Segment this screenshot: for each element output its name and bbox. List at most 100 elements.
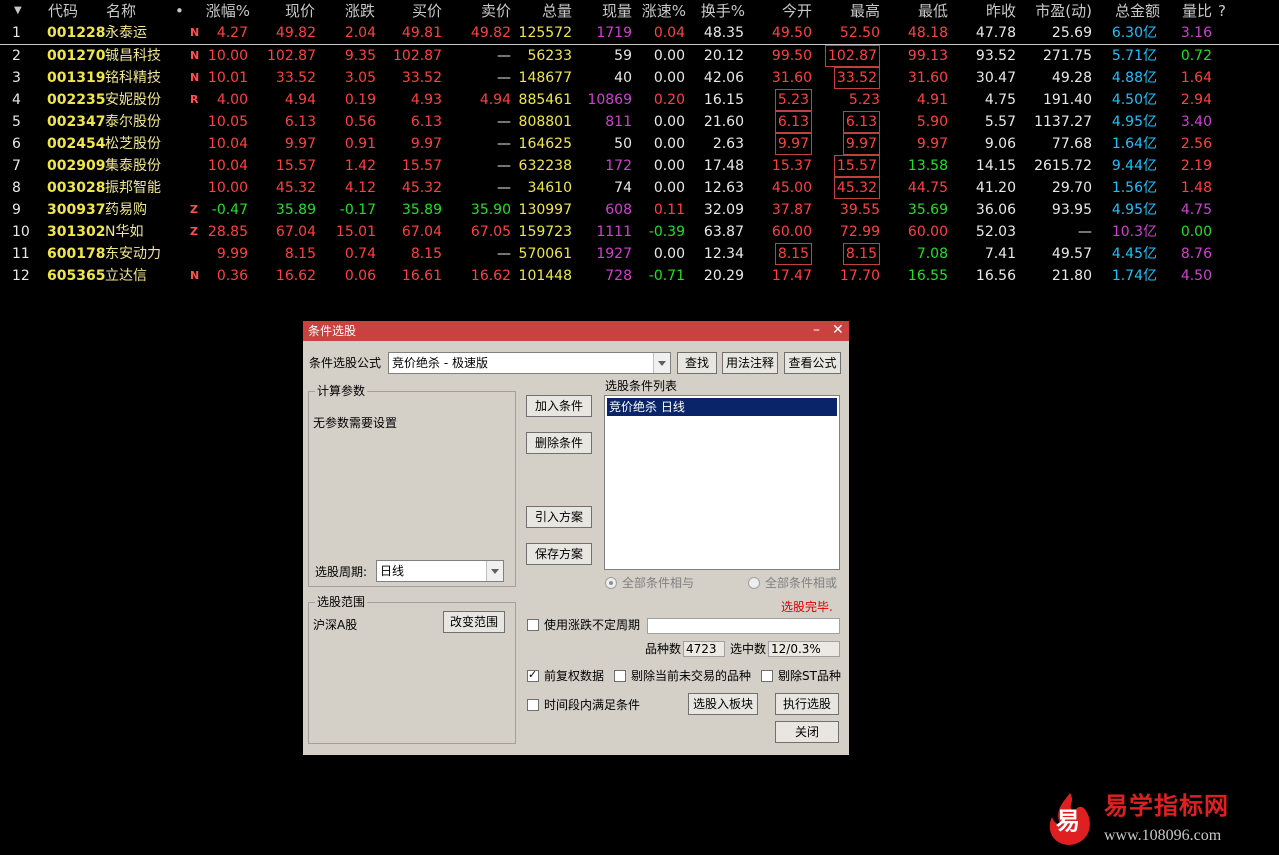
dialog-titlebar[interactable]: 条件选股 – ✕: [303, 321, 849, 341]
add-condition-button[interactable]: 加入条件: [526, 395, 592, 417]
save-plan-button[interactable]: 保存方案: [526, 543, 592, 565]
usage-button[interactable]: 用法注释: [722, 352, 778, 374]
column-header[interactable]: 换手%: [701, 0, 745, 22]
cell-amount-unit: 亿: [1143, 25, 1157, 41]
cell-price: 4.94: [284, 92, 316, 108]
all-and-radio[interactable]: [605, 577, 617, 589]
column-header[interactable]: 现量: [602, 0, 632, 22]
close-icon[interactable]: ✕: [832, 322, 844, 338]
formula-select[interactable]: 竞价绝杀 - 极速版: [388, 352, 671, 374]
view-formula-button[interactable]: 查看公式: [784, 352, 841, 374]
cell-chg: 0.56: [344, 114, 376, 130]
table-row[interactable]: 3 001319 铭科精技 N 10.01 33.52 3.05 33.52 — 148677 40…: [0, 67, 1279, 89]
table-row[interactable]: 10 301302 N华如 Z 28.85 67.04 15.01 67.04 67.05 159…: [0, 221, 1279, 243]
table-row[interactable]: 4 002235 安妮股份 R 4.00 4.94 0.19 4.93 4.94 885461 10…: [0, 89, 1279, 111]
cell-vol: 808801: [518, 114, 572, 130]
column-header[interactable]: 最高: [850, 0, 880, 22]
cell-speed: 0.11: [653, 202, 685, 218]
cell-chg-pct: 28.85: [207, 224, 248, 240]
all-or-radio[interactable]: [748, 577, 760, 589]
find-button[interactable]: 查找: [677, 352, 717, 374]
minimize-icon[interactable]: –: [813, 322, 820, 338]
column-header[interactable]: •: [175, 0, 184, 22]
column-header[interactable]: 卖价: [481, 0, 511, 22]
cell-idx: 4: [12, 92, 21, 108]
column-header[interactable]: 最低: [918, 0, 948, 22]
condition-list[interactable]: 竞价绝杀 日线: [604, 395, 840, 570]
table-row[interactable]: 5 002347 泰尔股份 10.05 6.13 0.56 6.13 — 808801 811 0.…: [0, 111, 1279, 133]
column-header[interactable]: ?: [1218, 0, 1226, 22]
column-header[interactable]: 量比: [1182, 0, 1212, 22]
cell-name: 铖昌科技: [105, 48, 161, 64]
close-button[interactable]: 关闭: [775, 721, 839, 743]
cell-chg: 0.06: [344, 268, 376, 284]
condition-list-item[interactable]: 竞价绝杀 日线: [607, 398, 837, 416]
table-row[interactable]: 12 605365 立达信 N 0.36 16.62 0.06 16.61 16.62 10144…: [0, 265, 1279, 287]
cell-turnover: 63.87: [703, 224, 744, 240]
cell-pe: 77.68: [1051, 136, 1092, 152]
change-range-button[interactable]: 改变范围: [443, 611, 505, 633]
column-header[interactable]: 市盈(动): [1035, 0, 1092, 22]
table-row[interactable]: 6 002454 松芝股份 10.04 9.97 0.91 9.97 — 164625 50 0.0…: [0, 133, 1279, 155]
cell-turnover: 48.35: [703, 25, 744, 41]
cell-low: 31.60: [907, 70, 948, 86]
column-header[interactable]: 总金额: [1115, 0, 1160, 22]
cell-price: 102.87: [267, 48, 316, 64]
table-row[interactable]: 11 600178 东安动力 9.99 8.15 0.74 8.15 — 570061 1927 0…: [0, 243, 1279, 265]
table-row[interactable]: 2 001270 铖昌科技 N 10.00 102.87 9.35 102.87 — 56233 5…: [0, 45, 1279, 67]
cell-chg: 9.35: [344, 48, 376, 64]
adjust-checkbox[interactable]: [527, 668, 539, 682]
table-row[interactable]: 9 300937 药易购 Z -0.47 35.89 -0.17 35.89 35.90 1309…: [0, 199, 1279, 221]
cell-idx: 9: [12, 202, 21, 218]
cell-amount: 4.50: [1111, 92, 1143, 108]
to-block-button[interactable]: 选股入板块: [688, 693, 758, 715]
cell-speed: 0.20: [653, 92, 685, 108]
exclude-no-trade-checkbox[interactable]: [614, 670, 626, 682]
use-irregular-period-checkbox[interactable]: [527, 619, 539, 631]
column-header[interactable]: 现价: [285, 0, 315, 22]
table-row[interactable]: 1 001228 永泰运 N 4.27 49.82 2.04 49.81 49.82 125572…: [0, 22, 1279, 45]
execute-button[interactable]: 执行选股: [775, 693, 839, 715]
cell-mark: Z: [190, 225, 198, 238]
import-plan-button[interactable]: 引入方案: [526, 506, 592, 528]
table-row[interactable]: 8 003028 振邦智能 10.00 45.32 4.12 45.32 — 34610 74 0.…: [0, 177, 1279, 199]
column-header[interactable]: 昨收: [986, 0, 1016, 22]
delete-condition-button[interactable]: 删除条件: [526, 432, 592, 454]
column-header[interactable]: 涨跌: [345, 0, 375, 22]
cell-pe: 1137.27: [1034, 114, 1092, 130]
cell-prev: 14.15: [975, 158, 1016, 174]
cell-mark: N: [190, 71, 200, 84]
cell-name: 药易购: [105, 202, 147, 218]
chevron-down-icon[interactable]: [653, 353, 670, 373]
cell-amount-unit: 亿: [1143, 92, 1157, 108]
cell-chg-pct: 4.00: [216, 92, 248, 108]
cell-speed: 0.00: [653, 246, 685, 262]
sort-down-icon[interactable]: ▼: [14, 0, 22, 22]
cell-vol-ratio: 1.64: [1180, 70, 1212, 86]
chevron-down-icon[interactable]: [486, 561, 503, 581]
cell-speed: 0.00: [653, 114, 685, 130]
exclude-st-checkbox[interactable]: [761, 670, 773, 682]
column-header[interactable]: 涨速%: [642, 0, 686, 22]
column-header[interactable]: 买价: [412, 0, 442, 22]
cell-prev: 36.06: [975, 202, 1016, 218]
time-range-label: 时间段内满足条件: [544, 698, 641, 712]
cell-chg: 0.91: [344, 136, 376, 152]
cell-amount: 1.74: [1111, 268, 1143, 284]
column-header[interactable]: 代码: [48, 0, 78, 22]
column-header[interactable]: 今开: [782, 0, 812, 22]
cell-prev: 47.78: [975, 25, 1016, 41]
period-select[interactable]: 日线: [376, 560, 504, 582]
range-group: 选股范围 沪深A股 改变范围: [308, 594, 516, 744]
table-row[interactable]: 7 002909 集泰股份 10.04 15.57 1.42 15.57 — 632238 172…: [0, 155, 1279, 177]
cell-mark: N: [190, 269, 200, 282]
time-range-checkbox[interactable]: [527, 699, 539, 711]
column-header[interactable]: 总量: [542, 0, 572, 22]
cell-chg-pct: 0.36: [216, 268, 248, 284]
column-header[interactable]: 名称: [106, 0, 136, 22]
cell-amount: 4.95: [1111, 114, 1143, 130]
all-and-label: 全部条件相与: [622, 576, 695, 590]
column-header[interactable]: 涨幅%: [206, 0, 250, 22]
exclude-no-trade-label: 剔除当前未交易的品种: [631, 669, 752, 683]
cell-turnover: 17.48: [703, 158, 744, 174]
